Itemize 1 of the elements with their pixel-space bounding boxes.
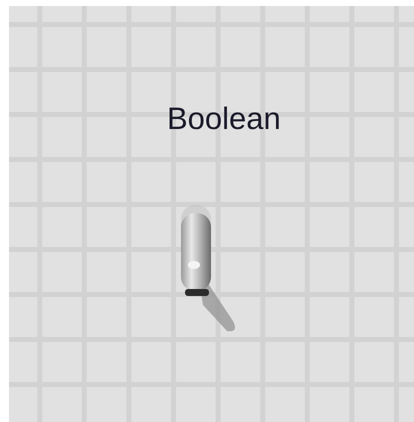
control-label: Boolean	[167, 101, 281, 136]
